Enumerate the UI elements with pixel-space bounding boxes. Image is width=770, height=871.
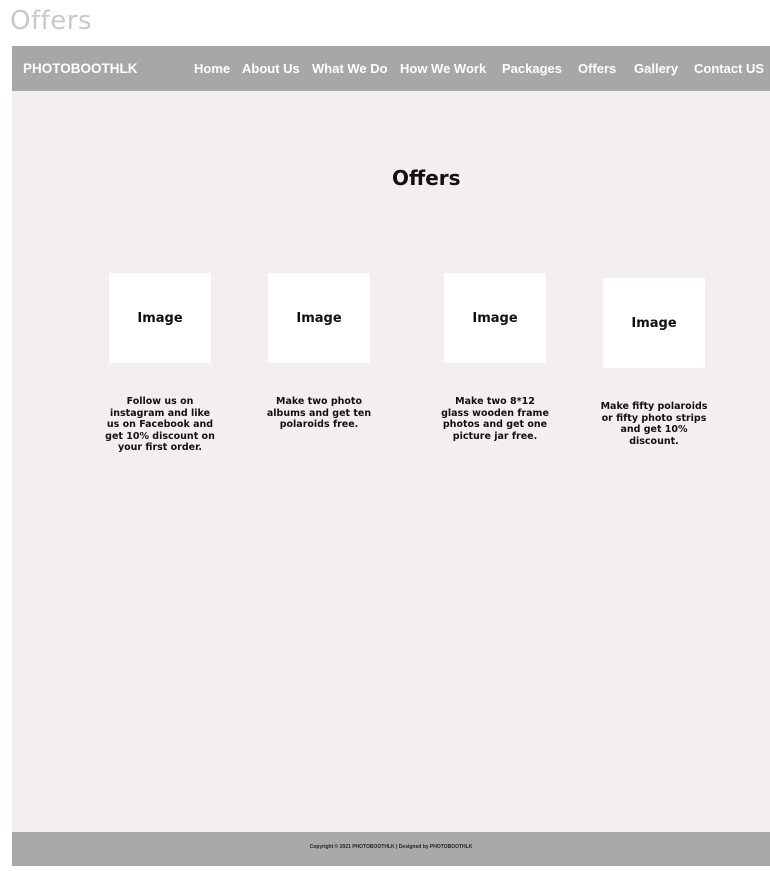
window-title: Offers bbox=[10, 6, 93, 36]
nav-item-how-we-work[interactable]: How We Work bbox=[400, 61, 486, 76]
offer-description: Make two photo albums and get ten polaro… bbox=[266, 396, 372, 430]
offer-description: Make two 8*12 glass wooden frame photos … bbox=[441, 396, 549, 442]
offer-description: Make fifty polaroids or fifty photo stri… bbox=[600, 401, 708, 447]
nav-item-gallery[interactable]: Gallery bbox=[634, 61, 678, 76]
nav-item-contact-us[interactable]: Contact US bbox=[694, 61, 764, 76]
offer-image-placeholder: Image bbox=[268, 273, 370, 363]
offer-image-placeholder: Image bbox=[603, 278, 705, 368]
nav-item-packages[interactable]: Packages bbox=[502, 61, 562, 76]
nav-item-offers[interactable]: Offers bbox=[578, 61, 616, 76]
brand-logo[interactable]: PHOTOBOOTHLK bbox=[23, 61, 138, 76]
footer: Copyright © 2021 PHOTOBOOTHLK | Designed… bbox=[12, 832, 770, 866]
navbar: PHOTOBOOTHLK Home About Us What We Do Ho… bbox=[12, 46, 770, 91]
nav-item-about-us[interactable]: About Us bbox=[242, 61, 300, 76]
offer-description: Follow us on instagram and like us on Fa… bbox=[105, 396, 215, 453]
page-canvas: PHOTOBOOTHLK Home About Us What We Do Ho… bbox=[12, 46, 770, 866]
page-title: Offers bbox=[392, 166, 461, 190]
nav-item-home[interactable]: Home bbox=[194, 61, 230, 76]
offer-image-placeholder: Image bbox=[444, 273, 546, 363]
copyright-text: Copyright © 2021 PHOTOBOOTHLK | Designed… bbox=[309, 844, 473, 850]
nav-item-what-we-do[interactable]: What We Do bbox=[312, 61, 388, 76]
offer-image-placeholder: Image bbox=[109, 273, 211, 363]
